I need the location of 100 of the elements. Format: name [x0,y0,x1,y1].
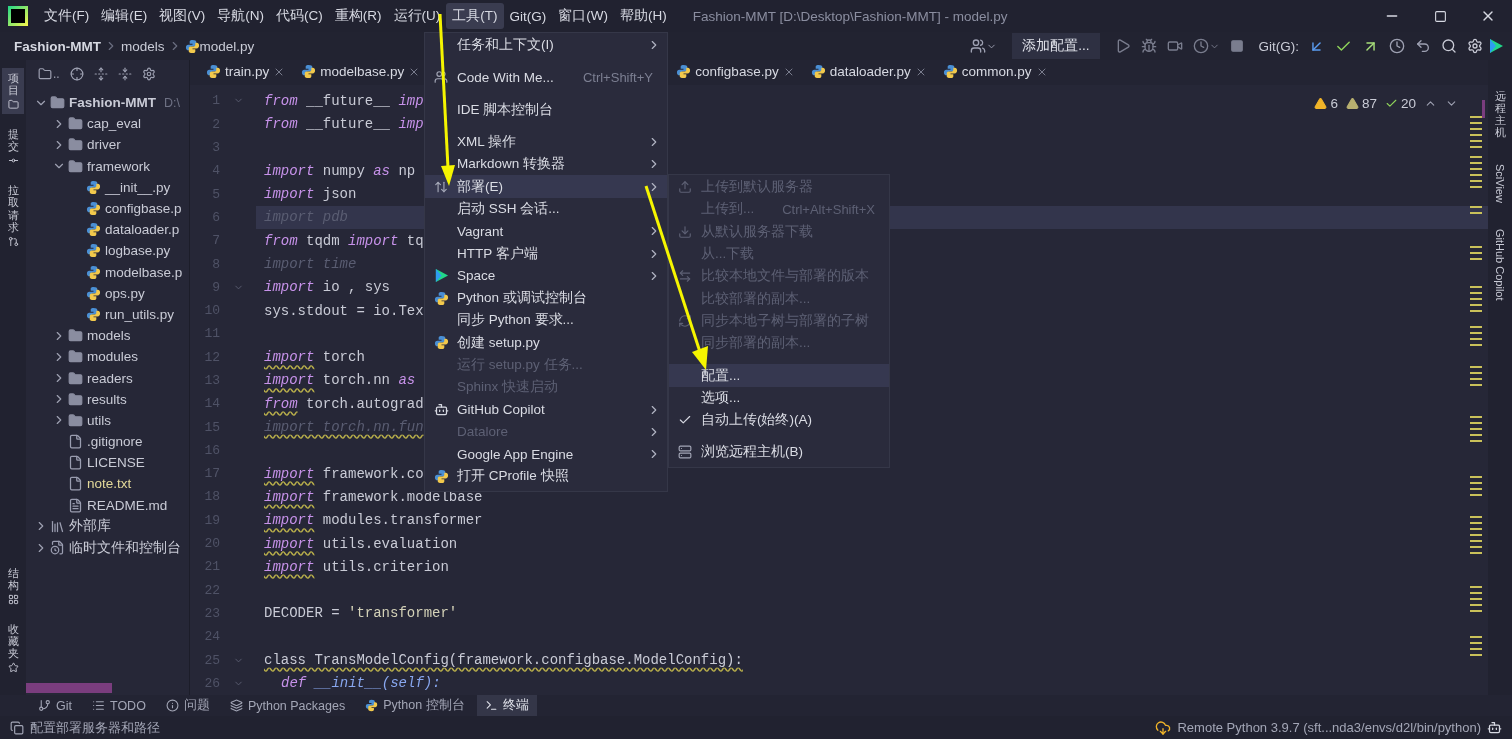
tree-item[interactable]: __init__.py [105,179,171,195]
tool-window-tab[interactable]: 拉取请求 [2,180,24,251]
copilot-icon[interactable] [1487,720,1502,735]
menu-item[interactable]: Markdown 转换器 [425,153,667,176]
tool-window-tab[interactable]: 结构 [2,562,24,609]
breadcrumb[interactable]: model.py [199,38,255,54]
tool-window-tab[interactable]: 收藏夹 [2,618,24,677]
editor-tab[interactable]: common.py [934,60,1056,86]
tree-item[interactable]: framework [87,158,150,174]
coverage-icon[interactable] [1166,38,1183,54]
typo-count[interactable]: 20 [1400,96,1416,111]
tree-item[interactable]: utils [87,412,111,428]
tree-item[interactable]: 临时文件和控制台 [69,538,181,557]
tree-item[interactable]: models [87,328,131,344]
search-icon[interactable] [1441,38,1457,54]
menu-item[interactable]: 同步 Python 要求... [425,309,667,332]
history-icon[interactable] [1389,38,1405,54]
menu-item[interactable]: Python 或调试控制台 [425,286,667,310]
tool-window-tab[interactable]: Git [30,695,80,716]
tree-item[interactable]: note.txt [87,476,132,492]
menu-item[interactable]: Space [425,264,667,287]
menu-item[interactable]: 重构(R) [328,3,388,29]
space-logo-icon[interactable] [1488,38,1504,54]
weak-warning-count[interactable]: 87 [1361,96,1377,111]
interpreter-status[interactable]: Remote Python 3.9.7 (sft...nda3/envs/d2l/bin/python) [1177,720,1481,735]
rollback-icon[interactable] [1415,38,1431,54]
tree-item[interactable]: LICENSE [87,455,145,471]
collapse-all-icon[interactable] [117,67,132,81]
tool-window-tab[interactable]: SciView [1489,160,1511,208]
editor-tab[interactable]: configbase.py [668,60,803,86]
menu-item[interactable]: XML 操作 [425,130,667,154]
menu-item[interactable]: 编辑(E) [95,3,154,29]
tree-item[interactable]: .gitignore [87,434,143,450]
settings-icon[interactable] [141,67,156,81]
menu-item[interactable]: 启动 SSH 会话... [425,197,667,221]
tool-window-tab[interactable]: 项目 [2,68,24,115]
menu-item[interactable]: 创建 setup.py [425,331,667,354]
tool-window-tab[interactable]: TODO [84,695,154,716]
editor-tab[interactable]: dataloader.py [802,60,935,86]
tree-item[interactable]: 外部库 [69,517,111,536]
tree-item[interactable]: modules [87,349,139,365]
tree-item[interactable]: configbase.p [105,201,182,217]
menu-item[interactable]: GitHub Copilot [425,398,667,421]
locate-icon[interactable] [69,67,84,81]
python-file-icon [676,64,692,80]
profile-icon[interactable] [1192,38,1209,54]
menu-item[interactable]: HTTP 客户端 [425,242,667,265]
menu-item[interactable]: Google App Engine [425,443,667,466]
tree-item[interactable]: ops.py [105,285,145,301]
menu-item[interactable]: IDE 脚本控制台 [425,98,667,121]
settings-icon[interactable] [1467,38,1483,54]
menu-item[interactable]: 运行(U) [387,3,447,29]
view-selector[interactable]: .. [53,67,60,81]
menu-item[interactable]: 部署(E) [425,175,667,198]
menu-item[interactable]: 窗口(W) [552,3,614,29]
menu-item[interactable]: 浏览远程主机(B) [669,441,889,464]
tree-item[interactable]: results [87,391,127,407]
tool-windows-icon[interactable] [10,720,24,735]
menu-item[interactable]: 配置... [669,364,889,387]
tree-item[interactable]: dataloader.p [105,222,180,238]
project-view-icon[interactable] [38,67,52,81]
tree-item[interactable]: logbase.py [105,243,171,259]
tree-item[interactable]: readers [87,370,133,386]
editor-tab[interactable]: train.py [198,60,294,86]
tool-window-tab[interactable]: 提交 [2,124,24,171]
breadcrumb[interactable]: Fashion-MMT [14,38,101,54]
expand-all-icon[interactable] [93,67,108,81]
tool-window-tab[interactable]: 远程主机 [1489,86,1511,143]
warning-count[interactable]: 6 [1330,96,1338,111]
tool-window-tab[interactable]: GitHub Copilot [1489,225,1511,305]
scrollbar-thumb[interactable] [26,683,112,693]
menu-item[interactable]: 打开 CProfile 快照 [425,465,667,488]
stop-icon[interactable] [1229,39,1244,53]
python-file-icon [184,38,200,54]
tool-window-tab[interactable]: Python Packages [221,695,354,716]
menu-item[interactable]: 视图(V) [153,3,212,29]
menu-item[interactable]: 帮助(H) [614,3,673,29]
tree-item[interactable]: run_utils.py [105,306,175,322]
menu-item[interactable]: 任务和上下文(I) [425,34,667,57]
menu-item[interactable]: 代码(C) [270,3,329,29]
tool-window-tab[interactable]: 终端 [476,695,537,716]
tree-item[interactable]: modelbase.p [105,264,183,280]
tree-item[interactable]: driver [87,137,121,153]
menu-item[interactable]: 文件(F) [38,3,96,29]
tool-window-tab[interactable]: Python 控制台 [357,695,473,716]
tree-item[interactable]: Fashion-MMT [69,95,156,111]
menu-item[interactable]: 导航(N) [211,3,270,29]
menu-item[interactable]: 自动上传(始终)(A) [669,408,889,432]
breadcrumb[interactable]: models [121,38,165,54]
menu-item[interactable]: 工具(T) [446,3,504,29]
tool-window-tab[interactable]: 问题 [157,695,218,716]
menu-item[interactable]: 选项... [669,386,889,409]
maximize-icon[interactable] [1433,9,1447,23]
bug-icon[interactable] [1140,38,1157,54]
run-configuration-button[interactable]: 添加配置... [1012,33,1100,59]
tree-item[interactable]: cap_eval [87,116,142,132]
user-icon[interactable] [970,38,987,54]
tree-item[interactable]: README.md [87,497,168,513]
menu-item[interactable]: Git(G) [503,4,553,28]
menu-item[interactable]: Vagrant [425,220,667,243]
